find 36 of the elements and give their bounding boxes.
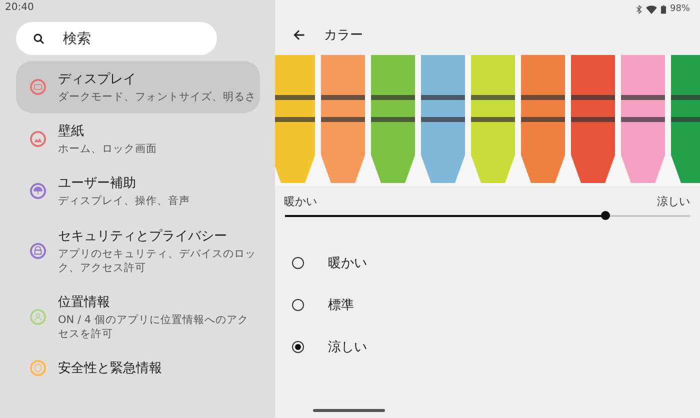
item-title: セキュリティとプライバシー	[58, 228, 228, 245]
item-title: 位置情報	[58, 294, 111, 311]
item-title: ユーザー補助	[58, 175, 137, 192]
bluetooth-icon	[636, 4, 642, 14]
battery-icon	[660, 4, 666, 14]
slider-max-label: 涼しい	[657, 194, 690, 209]
slider-thumb[interactable]	[600, 211, 610, 220]
item-subtitle: アプリのセキュリティ、デバイスのロック、アクセス許可	[58, 246, 257, 275]
status-time: 20:40	[5, 2, 34, 13]
sidebar-item[interactable]: 壁紙 ホーム、ロック画面	[16, 113, 260, 166]
option-label: 暖かい	[328, 255, 367, 272]
sidebar-item[interactable]: ユーザー補助 ディスプレイ、操作、音声	[16, 165, 260, 218]
item-title: 安全性と緊急情報	[58, 360, 163, 378]
battery-percent: 98%	[670, 4, 690, 14]
sidebar-item[interactable]: 位置情報 ON / 4 個のアプリに位置情報へのアクセスを許可	[16, 284, 260, 350]
item-subtitle: ダークモード、フォントサイズ、明るさ	[58, 90, 257, 104]
search-icon	[33, 33, 45, 45]
option-label: 涼しい	[328, 339, 367, 356]
radio-button[interactable]	[292, 257, 304, 269]
wifi-icon	[646, 4, 657, 14]
item-subtitle: ON / 4 個のアプリに位置情報へのアクセスを許可	[58, 312, 250, 342]
radio-button[interactable]	[292, 299, 304, 311]
search-field[interactable]: 検索	[16, 22, 217, 55]
slider-min-label: 暖かい	[284, 194, 317, 209]
sidebar-item[interactable]: セキュリティとプライバシー アプリのセキュリティ、デバイスのロック、アクセス許可	[16, 218, 260, 284]
navigation-handle[interactable]	[313, 409, 385, 412]
item-title: 壁紙	[58, 123, 85, 140]
item-subtitle: ディスプレイ、操作、音声	[58, 194, 191, 209]
option-label: 標準	[328, 297, 354, 314]
item-subtitle: ホーム、ロック画面	[58, 142, 158, 156]
sidebar-item[interactable]: 安全性と緊急情報	[16, 350, 260, 386]
radio-button[interactable]	[292, 341, 304, 353]
back-arrow-icon[interactable]	[292, 28, 306, 42]
sidebar-item[interactable]: ディスプレイ ダークモード、フォントサイズ、明るさ	[16, 61, 260, 114]
item-title: ディスプレイ	[58, 71, 137, 88]
page-title: カラー	[324, 26, 363, 44]
